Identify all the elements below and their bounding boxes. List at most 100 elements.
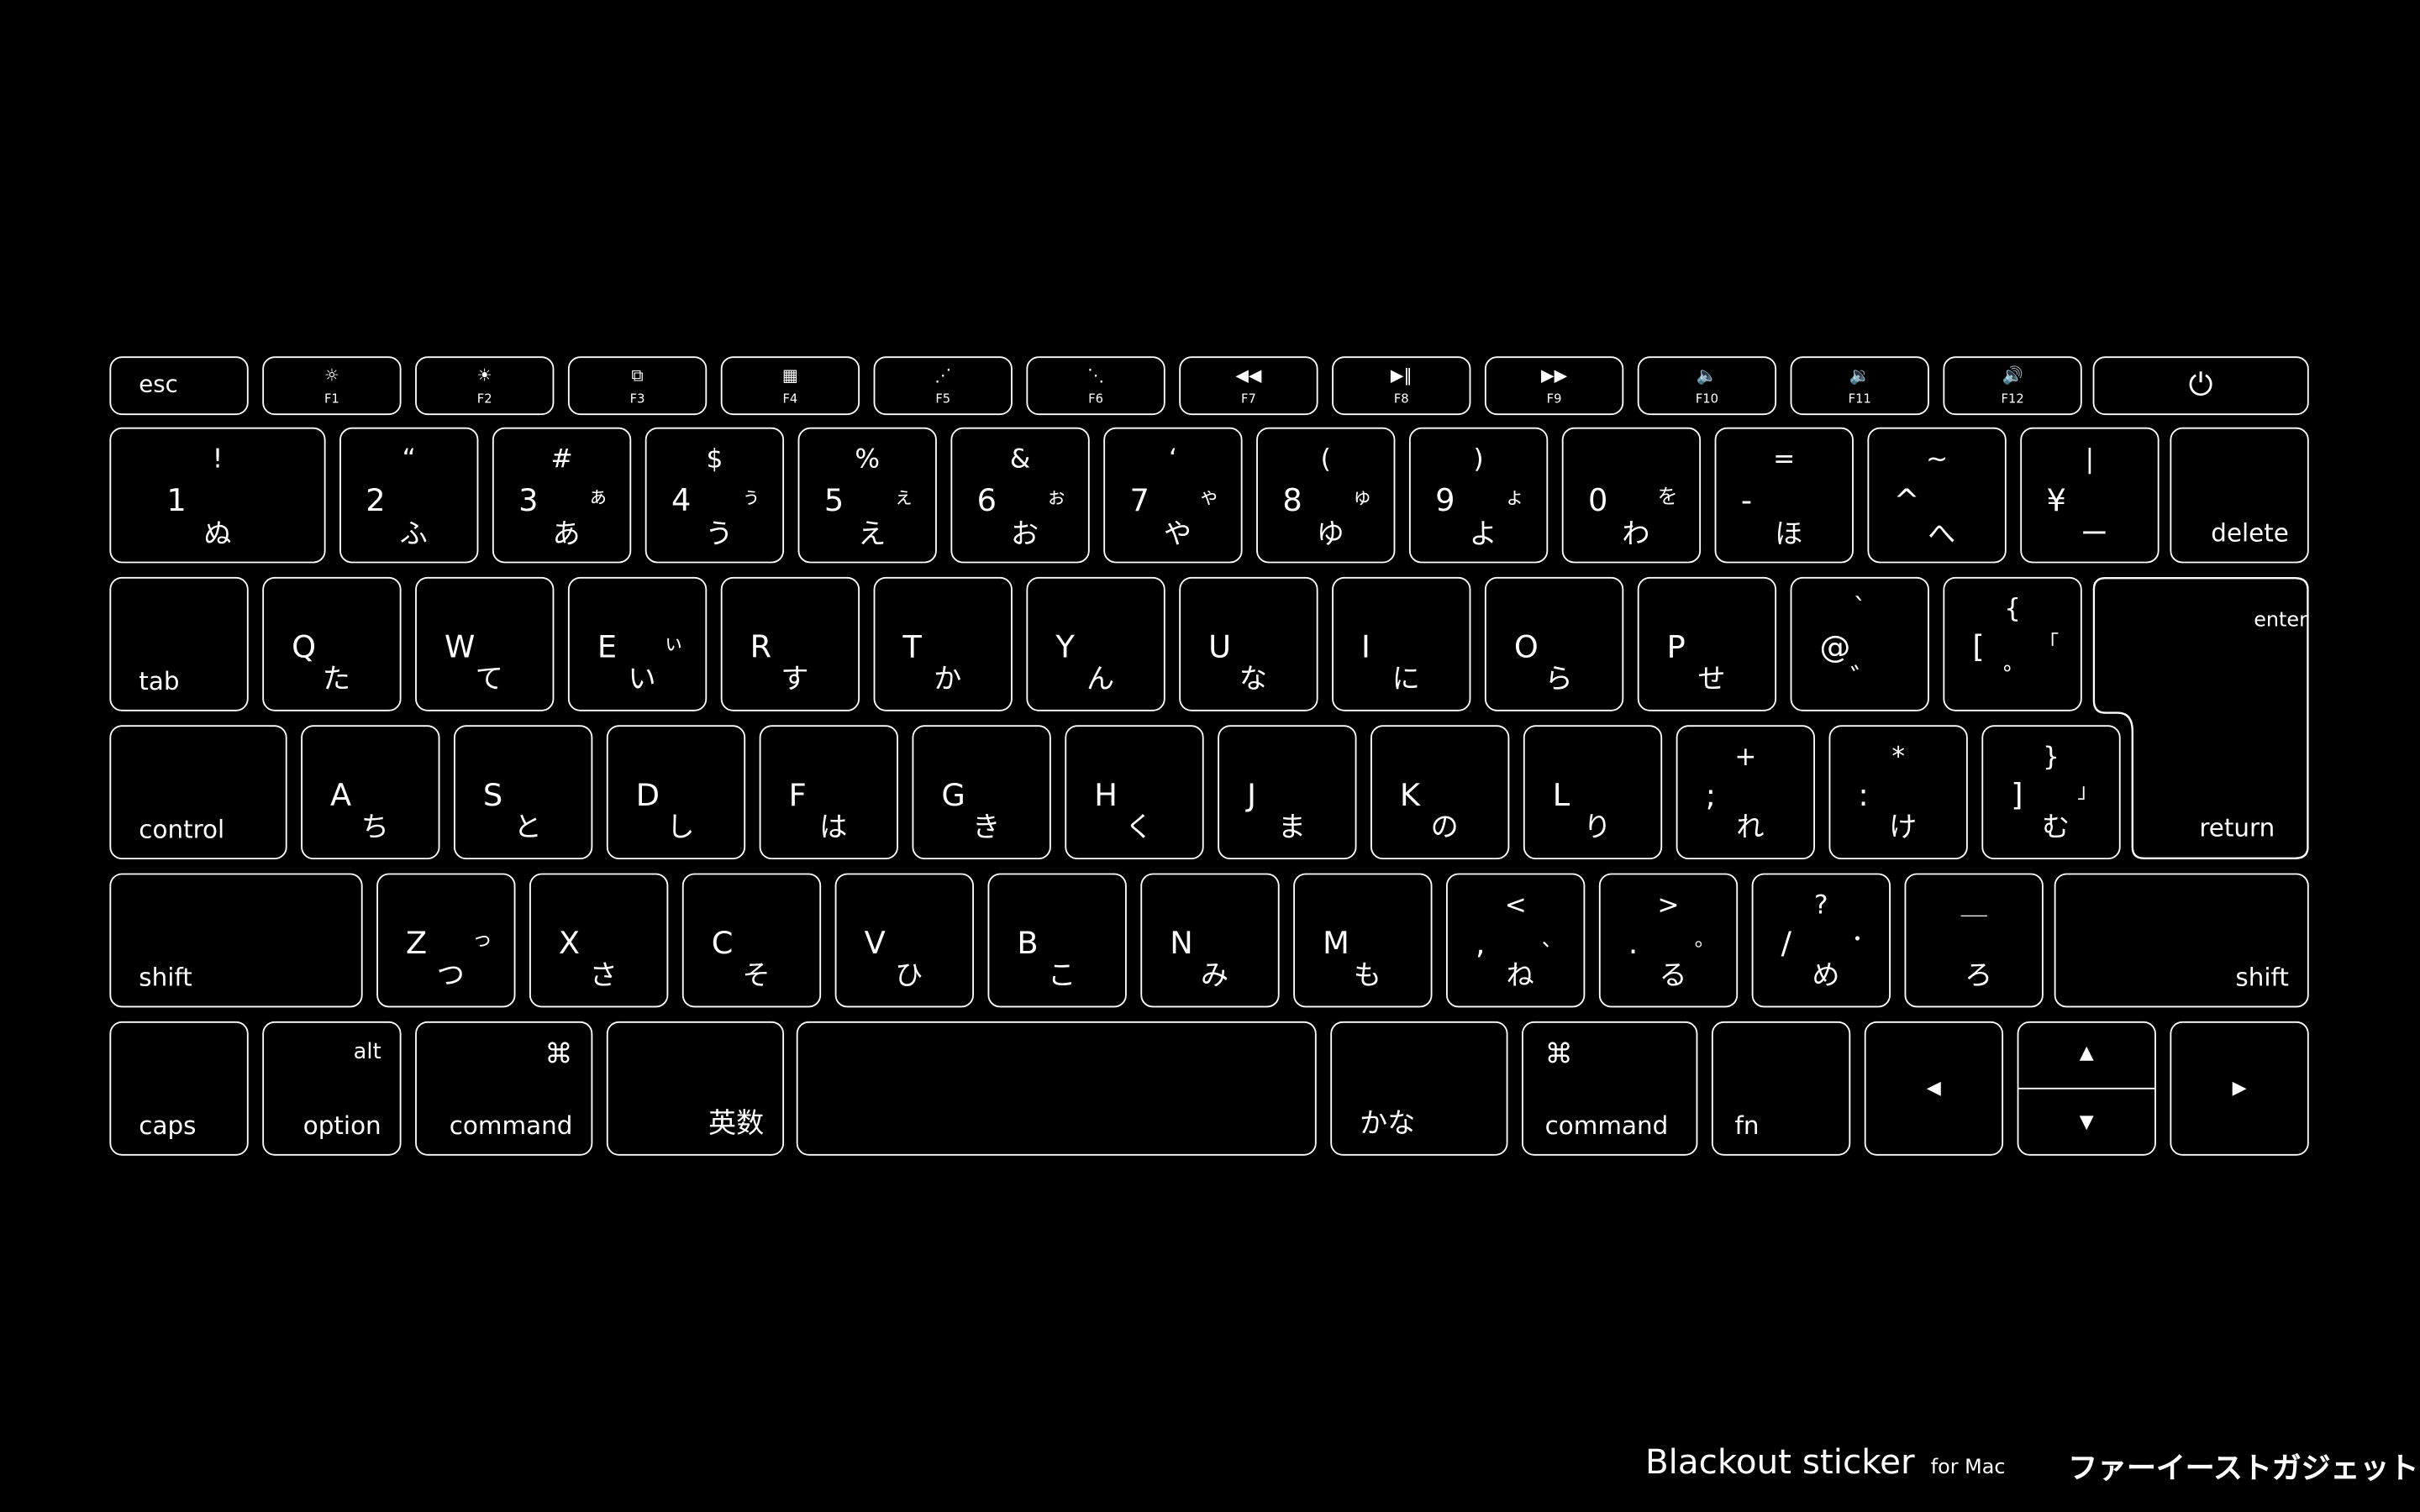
key-space[interactable] — [796, 1021, 1317, 1156]
key-f2[interactable]: ☀ F2 — [415, 356, 555, 416]
key-letter[interactable]: Nみ — [1140, 873, 1280, 1008]
key-letter[interactable]: Gき — [912, 725, 1051, 860]
key-letter[interactable]: +; れ — [1676, 725, 1815, 860]
key-letter[interactable]: >. 。る — [1598, 873, 1739, 1008]
key-f5[interactable]: ⋰ F5 — [873, 356, 1013, 416]
key-letter[interactable]: Tか — [873, 576, 1013, 711]
key-letter[interactable]: Wて — [415, 576, 555, 711]
key-number[interactable]: #3 ぁあ — [492, 427, 632, 564]
key-letter[interactable]: Xさ — [529, 873, 669, 1008]
key-letter[interactable]: ` @ ゛ — [1790, 576, 1929, 711]
key-letter[interactable]: Sと — [453, 725, 593, 860]
main-char: I — [1360, 627, 1370, 665]
key-letter[interactable]: Z っつ — [376, 873, 516, 1008]
key-tab[interactable]: tab — [109, 576, 249, 711]
key-delete[interactable]: delete — [2170, 427, 2309, 564]
key-letter[interactable]: Mも — [1293, 873, 1433, 1008]
small-kana: っ — [472, 928, 492, 953]
main-char: ^ — [1893, 481, 1920, 519]
key-f9[interactable]: ▶▶ F9 — [1484, 356, 1624, 416]
key-letter[interactable]: Dし — [606, 725, 746, 860]
key-letter[interactable]: Hく — [1065, 725, 1204, 860]
key-letter[interactable]: Uな — [1179, 576, 1318, 711]
key-letter[interactable]: Bこ — [987, 873, 1127, 1008]
main-char: S — [482, 775, 503, 813]
key-number[interactable]: % 5 ぇえ — [797, 427, 937, 564]
key-label: caps — [139, 1110, 197, 1141]
key-letter[interactable]: Rす — [720, 576, 860, 711]
key-number[interactable]: ‘ 7 ゃや — [1103, 427, 1243, 564]
key-letter[interactable]: {[「゜ — [1943, 576, 2082, 711]
key-f8[interactable]: ▶‖ F8 — [1332, 356, 1471, 416]
key-option-left[interactable]: alt option — [262, 1021, 402, 1156]
key-command-left[interactable]: ⌘ command — [415, 1021, 593, 1156]
key-f7[interactable]: ◀◀ F7 — [1179, 356, 1318, 416]
key-letter[interactable]: <, 、ね — [1446, 873, 1586, 1008]
kana-char: え — [858, 518, 886, 551]
key-f11[interactable]: 🔉 F11 — [1790, 356, 1929, 416]
key-number[interactable]: ! 1 ぬ — [109, 427, 326, 564]
key-fn[interactable]: fn — [1711, 1021, 1851, 1156]
key-kana[interactable]: かな — [1330, 1021, 1508, 1156]
key-letter[interactable]: Oら — [1484, 576, 1624, 711]
main-char: ¥ — [2046, 481, 2066, 519]
shift-char: ＿ — [1960, 890, 1987, 921]
key-letter[interactable]: }] 」む — [1981, 725, 2121, 860]
key-label: F11 — [1848, 391, 1871, 407]
return-label: return — [2199, 812, 2275, 843]
key-number[interactable]: ~ ^ へ — [1867, 427, 2007, 564]
shift-char: % — [855, 444, 881, 475]
main-char: W — [444, 627, 476, 665]
kana-char: む — [2041, 811, 2070, 844]
shift-char: > — [1657, 890, 1680, 921]
key-letter[interactable]: ? / ・め — [1751, 873, 1891, 1008]
key-shift-left[interactable]: shift — [109, 873, 363, 1008]
key-number[interactable]: $4 ぅう — [644, 427, 785, 564]
key-letter[interactable]: E ぃい — [567, 576, 708, 711]
key-command-right[interactable]: ⌘ command — [1522, 1021, 1698, 1156]
main-char: C — [711, 924, 734, 962]
key-f1[interactable]: ☼ F1 — [262, 356, 402, 416]
key-number[interactable]: 0 をわ — [1561, 427, 1702, 564]
key-number[interactable]: ) 9 ょよ — [1408, 427, 1549, 564]
key-f10[interactable]: 🔈 F10 — [1637, 356, 1777, 416]
key-shift-right[interactable]: shift — [2054, 873, 2309, 1008]
key-letter[interactable]: Qた — [262, 576, 402, 711]
small-kana: 、 — [1541, 928, 1562, 953]
key-f6[interactable]: ⋱ F6 — [1026, 356, 1165, 416]
key-arrow-left[interactable]: ◀ — [1864, 1021, 2004, 1156]
key-letter[interactable]: Fは — [759, 725, 898, 860]
key-letter[interactable]: Jま — [1218, 725, 1357, 860]
kana-char: よ — [1469, 518, 1497, 551]
key-letter[interactable]: Cそ — [681, 873, 822, 1008]
key-number[interactable]: | ¥ ー — [2020, 427, 2160, 564]
key-letter[interactable]: ＿ ろ — [1904, 873, 2044, 1008]
key-arrow-up[interactable]: ▲ — [2018, 1023, 2155, 1089]
key-number[interactable]: “ 2 ふ — [339, 427, 479, 564]
key-letter[interactable]: Pせ — [1637, 576, 1777, 711]
key-number[interactable]: & 6 ぉお — [950, 427, 1090, 564]
key-f12[interactable]: 🔊 F12 — [1943, 356, 2082, 416]
key-power[interactable]: ⏻ — [2092, 356, 2309, 416]
key-letter[interactable]: Yん — [1026, 576, 1165, 711]
key-caps[interactable]: caps — [109, 1021, 249, 1156]
key-f3[interactable]: ⧉ F3 — [567, 356, 708, 416]
key-letter[interactable]: Aち — [301, 725, 440, 860]
main-char: K — [1399, 775, 1421, 813]
key-esc[interactable]: esc — [109, 356, 249, 416]
key-letter[interactable]: Vひ — [834, 873, 974, 1008]
key-letter[interactable]: Iに — [1332, 576, 1471, 711]
kana-char: つ — [436, 959, 465, 993]
key-letter[interactable]: Lり — [1523, 725, 1663, 860]
key-number[interactable]: = - ほ — [1714, 427, 1854, 564]
key-letter[interactable]: Kの — [1370, 725, 1510, 860]
key-arrow-right[interactable]: ▶ — [2170, 1021, 2309, 1156]
kana-char: そ — [742, 959, 771, 993]
key-eisu[interactable]: 英数 — [606, 1021, 785, 1156]
key-letter[interactable]: *: け — [1828, 725, 1968, 860]
key-arrow-down[interactable]: ▼ — [2018, 1088, 2154, 1154]
key-f4[interactable]: ▦ F4 — [720, 356, 860, 416]
key-control[interactable]: control — [109, 725, 287, 860]
shift-char: $ — [706, 444, 723, 475]
key-number[interactable]: (8 ゅゆ — [1256, 427, 1396, 564]
